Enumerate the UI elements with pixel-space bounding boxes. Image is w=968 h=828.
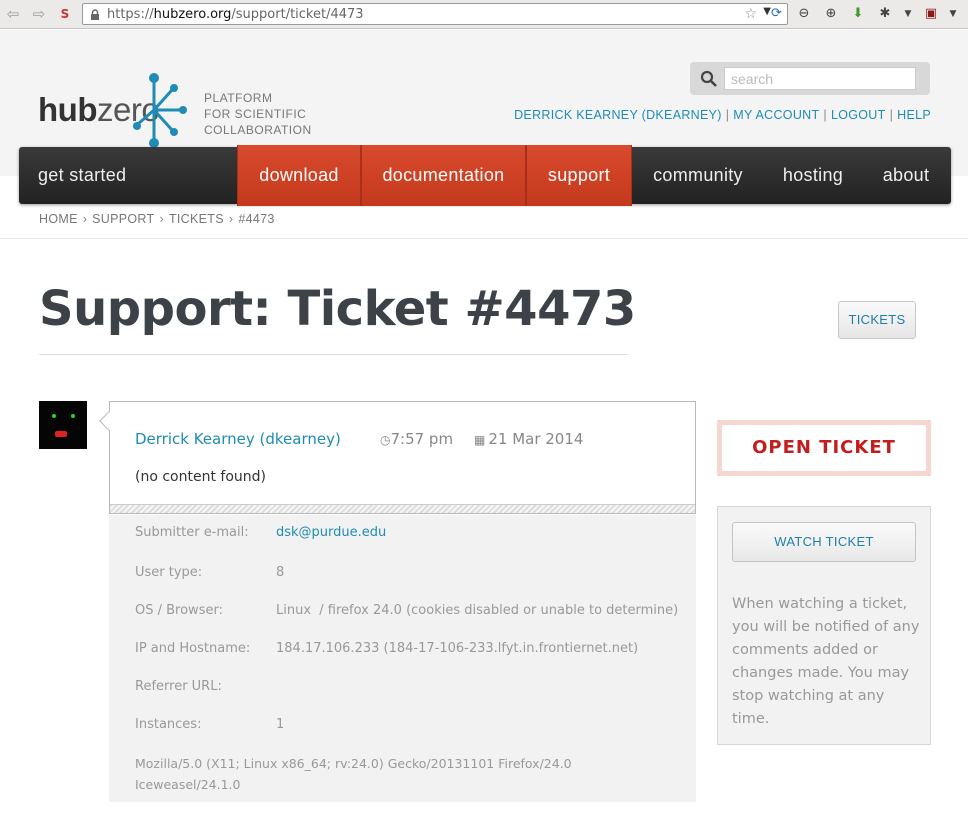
- menu-dropdown-icon[interactable]: ▼: [899, 5, 917, 23]
- instances-label: Instances:: [135, 717, 202, 732]
- ticket-status-label: OPEN TICKET: [722, 425, 926, 471]
- hubzero-logo[interactable]: hubzero: [38, 72, 193, 152]
- lock-icon: [91, 9, 99, 20]
- nav-get-started[interactable]: get started: [19, 147, 145, 204]
- tickets-button[interactable]: TICKETS: [838, 301, 916, 339]
- avatar: [39, 401, 87, 449]
- nav-documentation[interactable]: documentation: [361, 145, 526, 206]
- zoom-out-icon[interactable]: ⊖: [795, 5, 813, 23]
- comment-date: ▦ 21 Mar 2014: [474, 430, 584, 448]
- instances-value: 1: [276, 717, 285, 732]
- watch-description: When watching a ticket, you will be noti…: [732, 596, 920, 727]
- user-profile-link[interactable]: DERRICK KEARNEY (DKEARNEY): [514, 108, 722, 122]
- zoom-in-icon[interactable]: ⊕: [822, 5, 840, 23]
- user-type-label: User type:: [135, 565, 203, 580]
- comment-box: Derrick Kearney (dkearney) ◷7:57 pm ▦ 21 …: [99, 401, 696, 514]
- comment-time: ◷7:57 pm: [380, 430, 454, 448]
- divider: [39, 354, 628, 355]
- main-nav: get started download documentation suppo…: [19, 145, 951, 206]
- noscript-icon[interactable]: S: [56, 5, 74, 23]
- url-dropdown-icon[interactable]: ▼: [763, 6, 771, 17]
- ticket-details: Submitter e-mail: dsk@purdue.edu User ty…: [109, 515, 696, 802]
- comment-author-link[interactable]: Derrick Kearney (dkearney): [135, 430, 341, 448]
- referrer-label: Referrer URL:: [135, 679, 222, 694]
- ip-hostname-label: IP and Hostname:: [135, 641, 251, 656]
- browser-toolbar: ⇦ ⇨ S https://hubzero.org/support/ticket…: [0, 0, 968, 29]
- user-agent: Mozilla/5.0 (X11; Linux x86_64; rv:24.0)…: [135, 756, 572, 792]
- nav-support[interactable]: support: [526, 145, 632, 206]
- search-input[interactable]: [724, 67, 916, 90]
- my-account-link[interactable]: MY ACCOUNT: [733, 108, 819, 122]
- breadcrumb-support[interactable]: SUPPORT: [92, 212, 154, 226]
- os-browser-value: Linux / firefox 24.0 (cookies disabled o…: [276, 603, 679, 618]
- clock-icon: ◷: [380, 433, 391, 447]
- chevron-right-icon: ›: [228, 212, 234, 226]
- search-box: [690, 62, 930, 95]
- breadcrumb: HOME › SUPPORT › TICKETS › #4473: [39, 212, 275, 226]
- breadcrumb-home[interactable]: HOME: [39, 212, 78, 226]
- addon-dropdown-icon[interactable]: ▼: [944, 5, 962, 23]
- os-browser-label: OS / Browser:: [135, 603, 223, 618]
- nav-hosting[interactable]: hosting: [767, 147, 859, 204]
- logout-link[interactable]: LOGOUT: [831, 108, 886, 122]
- chevron-right-icon: ›: [159, 212, 164, 226]
- user-type-value: 8: [276, 565, 285, 580]
- addon-grid-icon[interactable]: ▣: [922, 5, 940, 23]
- forward-icon[interactable]: ⇨: [30, 5, 48, 23]
- logo-hub-icon: [133, 73, 187, 148]
- watch-ticket-button[interactable]: WATCH TICKET: [732, 522, 916, 562]
- addon-icon[interactable]: ✱: [876, 5, 894, 23]
- calendar-icon: ▦: [474, 433, 486, 447]
- site-tagline: PLATFORM FOR SCIENTIFIC COLLABORATION: [204, 91, 312, 137]
- submitter-email-link[interactable]: dsk@purdue.edu: [276, 525, 386, 540]
- comment-pointer: [99, 411, 119, 431]
- submitter-email-label: Submitter e-mail:: [135, 525, 249, 540]
- search-icon[interactable]: [700, 70, 718, 88]
- nav-about[interactable]: about: [869, 147, 943, 204]
- page-title: Support: Ticket #4473: [39, 281, 636, 337]
- avatar-image: [39, 401, 87, 449]
- breadcrumb-current: #4473: [238, 212, 275, 226]
- ip-hostname-value: 184.17.106.233 (184-17-106-233.lfyt.in.f…: [276, 641, 639, 656]
- comment-hatch: [110, 504, 695, 513]
- help-link[interactable]: HELP: [897, 108, 931, 122]
- address-bar[interactable]: https://hubzero.org/support/ticket/4473 …: [82, 3, 788, 25]
- download-arrow-icon[interactable]: ⬇: [849, 5, 867, 23]
- bookmark-star-icon[interactable]: ☆: [744, 6, 757, 22]
- nav-download[interactable]: download: [237, 145, 361, 206]
- back-icon[interactable]: ⇦: [4, 5, 22, 23]
- nav-community[interactable]: community: [641, 147, 755, 204]
- url-text: https://hubzero.org/support/ticket/4473: [107, 7, 364, 22]
- ticket-status-badge: OPEN TICKET: [717, 420, 931, 476]
- comment-body: (no content found): [135, 469, 266, 485]
- breadcrumb-tickets[interactable]: TICKETS: [169, 212, 224, 226]
- reload-icon[interactable]: ⟳: [771, 6, 785, 22]
- watch-panel: WATCH TICKET When watching a ticket, you…: [717, 506, 931, 745]
- user-links: DERRICK KEARNEY (DKEARNEY) | MY ACCOUNT | LO…: [514, 108, 931, 122]
- chevron-right-icon: ›: [82, 212, 88, 226]
- divider: [0, 238, 968, 239]
